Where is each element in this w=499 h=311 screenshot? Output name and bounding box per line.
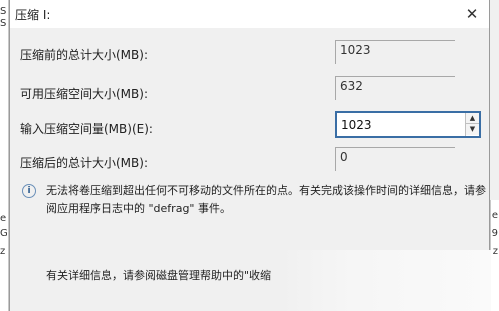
background-fragment: z bbox=[0, 246, 6, 257]
total-size-before-label: 压缩前的总计大小(MB): bbox=[20, 48, 148, 62]
spin-up-button[interactable]: ▲ bbox=[466, 113, 479, 124]
shrink-amount-label: 输入压缩空间量(MB)(E): bbox=[20, 122, 153, 136]
info-icon: i bbox=[22, 184, 36, 198]
background-fragment: S bbox=[0, 18, 7, 29]
dialog-title: 压缩 I: bbox=[15, 8, 51, 22]
spin-buttons: ▲ ▼ bbox=[465, 113, 479, 136]
title-bar: 压缩 I: ✕ bbox=[10, 0, 489, 28]
fade-overlay bbox=[280, 250, 491, 311]
background-window-right-edge: e 9 z bbox=[490, 200, 499, 311]
spin-down-button[interactable]: ▼ bbox=[466, 124, 479, 135]
background-fragment: 9 bbox=[491, 228, 498, 239]
total-size-before-value: 1023 bbox=[335, 40, 455, 64]
available-shrink-space-value: 632 bbox=[335, 76, 455, 100]
help-message: 有关详细信息，请参阅磁盘管理帮助中的"收缩 bbox=[46, 269, 272, 282]
total-size-after-label: 压缩后的总计大小(MB): bbox=[20, 156, 148, 170]
background-fragment: z bbox=[492, 246, 498, 257]
background-fragment: e bbox=[0, 213, 7, 224]
shrink-amount-spinbox[interactable]: ▲ ▼ bbox=[335, 111, 481, 138]
background-fragment: G bbox=[0, 228, 8, 239]
close-button[interactable]: ✕ bbox=[461, 3, 483, 25]
total-size-after-value: 0 bbox=[335, 147, 455, 171]
background-fragment: S bbox=[0, 6, 7, 17]
available-shrink-space-label: 可用压缩空间大小(MB): bbox=[20, 87, 148, 101]
shrink-amount-input[interactable] bbox=[337, 113, 465, 136]
background-fragment: e bbox=[491, 210, 498, 221]
background-window-left-edge: S S e G z bbox=[0, 0, 9, 311]
shrink-dialog: 压缩 I: ✕ 压缩前的总计大小(MB): 1023 可用压缩空间大小(MB):… bbox=[9, 0, 491, 311]
info-message: 无法将卷压缩到超出任何不可移动的文件所在的点。有关完成该操作时间的详细信息，请参… bbox=[46, 184, 486, 215]
